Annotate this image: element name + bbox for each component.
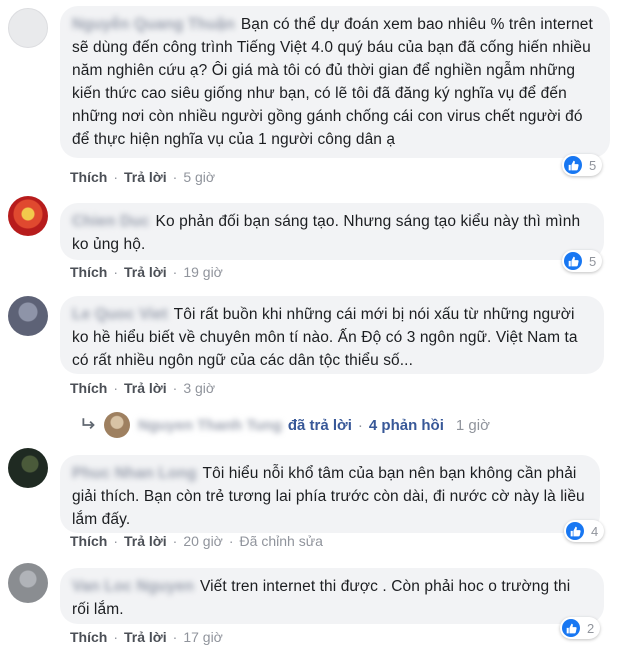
reaction-count[interactable]: 5 (562, 250, 603, 272)
avatar[interactable] (8, 296, 48, 336)
avatar[interactable] (8, 448, 48, 488)
like-link[interactable]: Thích (70, 380, 107, 396)
view-replies[interactable]: Nguyen Thanh Tung đã trả lời · 4 phản hồi … (80, 412, 490, 438)
thumbs-up-icon (566, 522, 584, 540)
comment-bubble: Chien Duc Ko phản đối bạn sáng tạo. Nhưng… (60, 203, 604, 260)
thumbs-up-icon (564, 252, 582, 270)
comment-text: Bạn có thể dự đoán xem bao nhiêu % trên … (72, 16, 593, 148)
comment-bubble: Van Loc Nguyen Viết tren internet thi đượ… (60, 568, 604, 624)
avatar[interactable] (8, 563, 48, 603)
comment-actions: Thích · Trả lời · 3 giờ (70, 380, 216, 396)
comment-author[interactable]: Nguyễn Quang Thuận (72, 16, 235, 33)
reaction-number: 4 (591, 523, 599, 539)
reply-count[interactable]: 4 phản hồi (369, 417, 444, 434)
replier-name[interactable]: Nguyen Thanh Tung (138, 417, 282, 434)
comment-author[interactable]: Chien Duc (72, 213, 150, 230)
replier-avatar (104, 412, 130, 438)
comment-actions: Thích · Trả lời · 19 giờ (70, 264, 223, 280)
like-link[interactable]: Thích (70, 169, 107, 185)
comment-time[interactable]: 5 giờ (183, 169, 215, 185)
thumbs-up-icon (564, 156, 582, 174)
reply-time: 1 giờ (455, 416, 490, 434)
reaction-count[interactable]: 4 (564, 520, 605, 542)
comment-bubble: Le Quoc Viet Tôi rất buồn khi những cái m… (60, 296, 604, 374)
reaction-count[interactable]: 2 (560, 617, 601, 639)
comment-author[interactable]: Van Loc Nguyen (72, 578, 194, 595)
reply-link[interactable]: Trả lời (124, 169, 167, 185)
comment-time[interactable]: 20 giờ (183, 533, 223, 549)
reaction-number: 5 (589, 253, 597, 269)
reaction-number: 2 (587, 620, 595, 636)
replied-label[interactable]: đã trả lời (288, 417, 352, 434)
reply-link[interactable]: Trả lời (124, 629, 167, 645)
avatar[interactable] (8, 196, 48, 236)
like-link[interactable]: Thích (70, 629, 107, 645)
reply-arrow-icon (82, 418, 95, 430)
comment-bubble: Nguyễn Quang Thuận Bạn có thể dự đoán xem… (60, 6, 610, 158)
like-link[interactable]: Thích (70, 533, 107, 549)
comment-time[interactable]: 17 giờ (183, 629, 223, 645)
reaction-count[interactable]: 5 (562, 154, 603, 176)
comment-author[interactable]: Le Quoc Viet (72, 306, 168, 323)
reply-link[interactable]: Trả lời (124, 264, 167, 280)
comment-actions: Thích · Trả lời · 17 giờ (70, 629, 223, 645)
comment-author[interactable]: Phuc Nhan Long (72, 465, 197, 482)
comment-actions: Thích · Trả lời · 5 giờ (70, 169, 216, 185)
comment-time[interactable]: 19 giờ (183, 264, 223, 280)
edited-label[interactable]: Đã chỉnh sửa (240, 533, 323, 549)
like-link[interactable]: Thích (70, 264, 107, 280)
reply-link[interactable]: Trả lời (124, 533, 167, 549)
thumbs-up-icon (562, 619, 580, 637)
reaction-number: 5 (589, 157, 597, 173)
comment-actions: Thích · Trả lời · 20 giờ · Đã chỉnh sửa (70, 533, 323, 549)
reply-link[interactable]: Trả lời (124, 380, 167, 396)
avatar[interactable] (8, 8, 48, 48)
comment-time[interactable]: 3 giờ (183, 380, 215, 396)
comment-bubble: Phuc Nhan Long Tôi hiểu nỗi khổ tâm của b… (60, 455, 600, 533)
